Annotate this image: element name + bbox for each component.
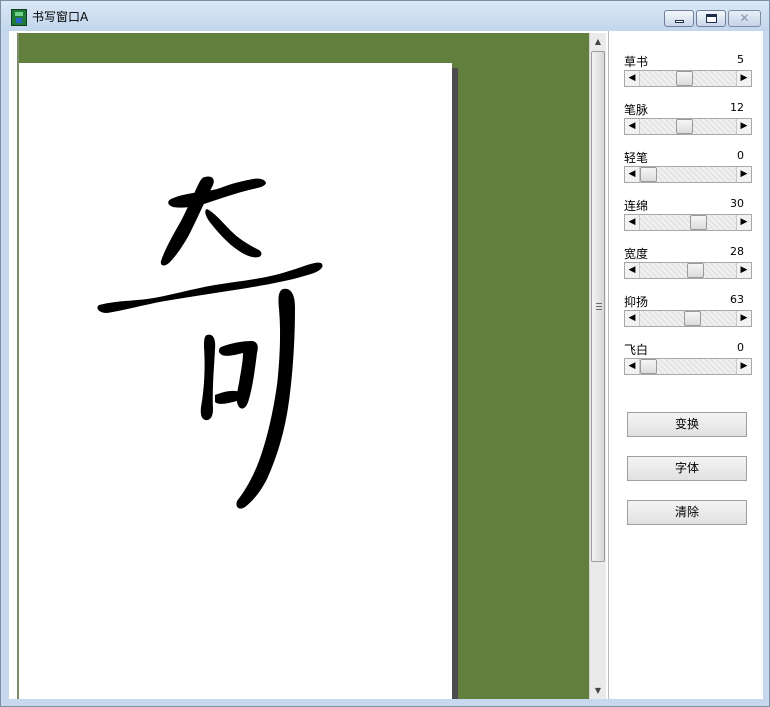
canvas-vertical-scrollbar[interactable]: ▲ ▼ bbox=[589, 33, 606, 699]
parameter-slider[interactable]: ◀ ▶ bbox=[624, 358, 752, 375]
calligraphy-character-drawing bbox=[97, 176, 323, 509]
grip-icon bbox=[596, 303, 602, 310]
slider-thumb[interactable] bbox=[687, 263, 704, 278]
font-button[interactable]: 字体 bbox=[627, 456, 747, 481]
maximize-button[interactable] bbox=[696, 10, 726, 27]
scroll-right-arrow-icon[interactable]: ▶ bbox=[736, 263, 751, 278]
scroll-right-arrow-icon[interactable]: ▶ bbox=[736, 311, 751, 326]
parameter-value: 5 bbox=[737, 53, 744, 66]
calligraphy-app-icon[interactable] bbox=[11, 9, 27, 26]
slider-thumb[interactable] bbox=[676, 71, 693, 86]
minimize-icon bbox=[675, 20, 684, 23]
parameter-value: 0 bbox=[737, 149, 744, 162]
scroll-down-arrow-icon[interactable]: ▼ bbox=[590, 682, 606, 699]
minimize-button[interactable] bbox=[664, 10, 694, 27]
scroll-right-arrow-icon[interactable]: ▶ bbox=[736, 71, 751, 86]
slider-thumb[interactable] bbox=[676, 119, 693, 134]
parameter-label: 笔脉 bbox=[624, 103, 649, 117]
slider-thumb[interactable] bbox=[640, 359, 657, 374]
settings-panel: 草书 5 ◀ ▶ 笔脉 12 ◀ ▶ 轻笔 0 ◀ ▶ 连绵 30 ◀ ▶ 宽度 28 ◀ ▶ 抑扬 63 ◀ ▶ 飞白 0 ◀ ▶ … bbox=[608, 31, 763, 699]
scroll-right-arrow-icon[interactable]: ▶ bbox=[736, 119, 751, 134]
close-icon: ✕ bbox=[739, 11, 750, 25]
parameter-slider[interactable]: ◀ ▶ bbox=[624, 70, 752, 87]
scroll-left-arrow-icon[interactable]: ◀ bbox=[625, 263, 640, 278]
scroll-left-arrow-icon[interactable]: ◀ bbox=[625, 215, 640, 230]
window-title: 书写窗口A bbox=[32, 10, 89, 24]
parameter-label: 飞白 bbox=[624, 343, 649, 357]
scroll-left-arrow-icon[interactable]: ◀ bbox=[625, 359, 640, 374]
scroll-left-arrow-icon[interactable]: ◀ bbox=[625, 119, 640, 134]
parameter-label: 轻笔 bbox=[624, 151, 649, 165]
scroll-left-arrow-icon[interactable]: ◀ bbox=[625, 167, 640, 182]
parameter-label: 抑扬 bbox=[624, 295, 649, 309]
slider-thumb[interactable] bbox=[640, 167, 657, 182]
title-bar[interactable]: 书写窗口A ✕ bbox=[1, 1, 769, 31]
parameter-slider[interactable]: ◀ ▶ bbox=[624, 214, 752, 231]
clear-button[interactable]: 清除 bbox=[627, 500, 747, 525]
parameter-label: 宽度 bbox=[624, 247, 649, 261]
parameter-label: 草书 bbox=[624, 55, 649, 69]
ink-stroke bbox=[160, 176, 214, 266]
parameter-value: 28 bbox=[730, 245, 744, 258]
parameter-value: 0 bbox=[737, 341, 744, 354]
parameter-slider[interactable]: ◀ ▶ bbox=[624, 166, 752, 183]
scroll-right-arrow-icon[interactable]: ▶ bbox=[736, 359, 751, 374]
writing-paper[interactable] bbox=[19, 63, 452, 699]
close-button[interactable]: ✕ bbox=[728, 10, 761, 27]
ink-stroke bbox=[205, 209, 262, 258]
parameter-slider[interactable]: ◀ ▶ bbox=[624, 118, 752, 135]
transform-button[interactable]: 变换 bbox=[627, 412, 747, 437]
parameter-label: 连绵 bbox=[624, 199, 649, 213]
scroll-right-arrow-icon[interactable]: ▶ bbox=[736, 215, 751, 230]
scroll-left-arrow-icon[interactable]: ◀ bbox=[625, 311, 640, 326]
app-window: 书写窗口A ✕ ▲ ▼ 草书 5 ◀ ▶ 笔脉 12 ◀ ▶ 轻笔 0 ◀ ▶ … bbox=[0, 0, 770, 707]
scroll-left-arrow-icon[interactable]: ◀ bbox=[625, 71, 640, 86]
scrollbar-thumb[interactable] bbox=[591, 51, 605, 562]
parameter-value: 30 bbox=[730, 197, 744, 210]
parameter-slider[interactable]: ◀ ▶ bbox=[624, 262, 752, 279]
ink-stroke bbox=[200, 334, 216, 421]
parameter-slider[interactable]: ◀ ▶ bbox=[624, 310, 752, 327]
scroll-up-arrow-icon[interactable]: ▲ bbox=[590, 33, 606, 50]
slider-thumb[interactable] bbox=[684, 311, 701, 326]
ink-stroke bbox=[168, 178, 266, 208]
parameter-value: 12 bbox=[730, 101, 744, 114]
parameter-value: 63 bbox=[730, 293, 744, 306]
scroll-right-arrow-icon[interactable]: ▶ bbox=[736, 167, 751, 182]
ink-strokes bbox=[97, 176, 323, 509]
window-bottom-border bbox=[1, 699, 769, 706]
client-area: ▲ ▼ 草书 5 ◀ ▶ 笔脉 12 ◀ ▶ 轻笔 0 ◀ ▶ 连绵 30 ◀ ▶ 宽度 28 ◀ ▶ 抑扬 63 ◀ ▶ 飞白… bbox=[9, 31, 763, 699]
restore-icon bbox=[706, 14, 717, 23]
slider-thumb[interactable] bbox=[690, 215, 707, 230]
